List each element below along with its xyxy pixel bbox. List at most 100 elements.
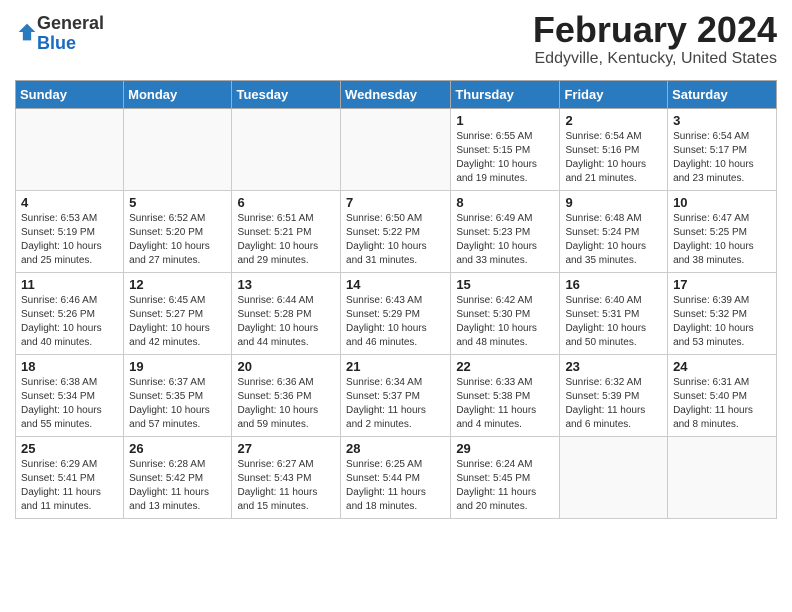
calendar-day-cell: 10Sunrise: 6:47 AMSunset: 5:25 PMDayligh… (668, 190, 777, 272)
day-info: Sunrise: 6:55 AMSunset: 5:15 PMDaylight:… (456, 130, 554, 186)
calendar-day-cell: 4 Sunrise: 6:53 AMSunset: 5:19 PMDaylight… (16, 190, 124, 272)
location-subtitle: Eddyville, Kentucky, United States (15, 50, 777, 68)
day-number: 6 (237, 195, 335, 210)
calendar-day-cell: 25 Sunrise: 6:29 AMSunset: 5:41 PMDayligh… (16, 436, 124, 518)
day-of-week-header: Friday (560, 80, 668, 108)
day-number: 8 (456, 195, 554, 210)
calendar-week-row: 1 Sunrise: 6:55 AMSunset: 5:15 PMDaylight… (16, 108, 777, 190)
calendar-day-cell: 13 Sunrise: 6:44 AMSunset: 5:28 PMDayligh… (232, 272, 341, 354)
day-number: 25 (21, 441, 118, 456)
day-info: Sunrise: 6:46 AMSunset: 5:26 PMDaylight:… (21, 294, 118, 350)
calendar-day-cell: 17Sunrise: 6:39 AMSunset: 5:32 PMDayligh… (668, 272, 777, 354)
day-number: 23 (565, 359, 662, 374)
day-info: Sunrise: 6:31 AMSunset: 5:40 PMDaylight:… (673, 376, 771, 432)
day-info: Sunrise: 6:52 AMSunset: 5:20 PMDaylight:… (129, 212, 226, 268)
day-info: Sunrise: 6:32 AMSunset: 5:39 PMDaylight:… (565, 376, 662, 432)
logo-icon (17, 22, 37, 42)
calendar-day-cell: 19Sunrise: 6:37 AMSunset: 5:35 PMDayligh… (124, 354, 232, 436)
calendar-day-cell: 28 Sunrise: 6:25 AMSunset: 5:44 PMDayligh… (341, 436, 451, 518)
day-info: Sunrise: 6:36 AMSunset: 5:36 PMDaylight:… (237, 376, 335, 432)
calendar-day-cell: 12 Sunrise: 6:45 AMSunset: 5:27 PMDayligh… (124, 272, 232, 354)
day-number: 27 (237, 441, 335, 456)
calendar-day-cell: 1 Sunrise: 6:55 AMSunset: 5:15 PMDaylight… (451, 108, 560, 190)
day-number: 4 (21, 195, 118, 210)
calendar-header-row: SundayMondayTuesdayWednesdayThursdayFrid… (16, 80, 777, 108)
day-of-week-header: Thursday (451, 80, 560, 108)
day-info: Sunrise: 6:34 AMSunset: 5:37 PMDaylight:… (346, 376, 445, 432)
logo-general-text: General (37, 14, 104, 34)
logo: General Blue (15, 14, 104, 54)
calendar-day-cell: 6Sunrise: 6:51 AMSunset: 5:21 PMDaylight… (232, 190, 341, 272)
calendar-week-row: 25 Sunrise: 6:29 AMSunset: 5:41 PMDayligh… (16, 436, 777, 518)
calendar-day-cell: 5Sunrise: 6:52 AMSunset: 5:20 PMDaylight… (124, 190, 232, 272)
calendar-day-cell (560, 436, 668, 518)
day-info: Sunrise: 6:43 AMSunset: 5:29 PMDaylight:… (346, 294, 445, 350)
calendar-day-cell: 18 Sunrise: 6:38 AMSunset: 5:34 PMDayligh… (16, 354, 124, 436)
calendar-day-cell: 29Sunrise: 6:24 AMSunset: 5:45 PMDayligh… (451, 436, 560, 518)
day-info: Sunrise: 6:44 AMSunset: 5:28 PMDaylight:… (237, 294, 335, 350)
calendar-day-cell (124, 108, 232, 190)
calendar-day-cell: 20 Sunrise: 6:36 AMSunset: 5:36 PMDayligh… (232, 354, 341, 436)
day-info: Sunrise: 6:54 AMSunset: 5:16 PMDaylight:… (565, 130, 662, 186)
day-of-week-header: Wednesday (341, 80, 451, 108)
calendar-day-cell: 26 Sunrise: 6:28 AMSunset: 5:42 PMDayligh… (124, 436, 232, 518)
day-number: 21 (346, 359, 445, 374)
day-info: Sunrise: 6:29 AMSunset: 5:41 PMDaylight:… (21, 458, 118, 514)
day-number: 12 (129, 277, 226, 292)
day-info: Sunrise: 6:48 AMSunset: 5:24 PMDaylight:… (565, 212, 662, 268)
calendar-day-cell (232, 108, 341, 190)
calendar-day-cell (341, 108, 451, 190)
calendar-table: SundayMondayTuesdayWednesdayThursdayFrid… (15, 80, 777, 519)
calendar-day-cell: 14 Sunrise: 6:43 AMSunset: 5:29 PMDayligh… (341, 272, 451, 354)
calendar-day-cell: 16 Sunrise: 6:40 AMSunset: 5:31 PMDayligh… (560, 272, 668, 354)
calendar-day-cell: 3 Sunrise: 6:54 AMSunset: 5:17 PMDaylight… (668, 108, 777, 190)
day-number: 1 (456, 113, 554, 128)
day-info: Sunrise: 6:45 AMSunset: 5:27 PMDaylight:… (129, 294, 226, 350)
day-info: Sunrise: 6:53 AMSunset: 5:19 PMDaylight:… (21, 212, 118, 268)
day-info: Sunrise: 6:33 AMSunset: 5:38 PMDaylight:… (456, 376, 554, 432)
calendar-day-cell: 21 Sunrise: 6:34 AMSunset: 5:37 PMDayligh… (341, 354, 451, 436)
day-info: Sunrise: 6:49 AMSunset: 5:23 PMDaylight:… (456, 212, 554, 268)
day-number: 28 (346, 441, 445, 456)
title-section: February 2024 Eddyville, Kentucky, Unite… (15, 10, 777, 68)
day-info: Sunrise: 6:40 AMSunset: 5:31 PMDaylight:… (565, 294, 662, 350)
day-number: 11 (21, 277, 118, 292)
calendar-week-row: 18 Sunrise: 6:38 AMSunset: 5:34 PMDayligh… (16, 354, 777, 436)
day-number: 14 (346, 277, 445, 292)
day-number: 16 (565, 277, 662, 292)
month-year-title: February 2024 (15, 10, 777, 50)
calendar-day-cell: 9 Sunrise: 6:48 AMSunset: 5:24 PMDaylight… (560, 190, 668, 272)
day-number: 2 (565, 113, 662, 128)
day-number: 15 (456, 277, 554, 292)
day-number: 26 (129, 441, 226, 456)
day-info: Sunrise: 6:50 AMSunset: 5:22 PMDaylight:… (346, 212, 445, 268)
day-info: Sunrise: 6:28 AMSunset: 5:42 PMDaylight:… (129, 458, 226, 514)
calendar-day-cell (16, 108, 124, 190)
calendar-day-cell: 2 Sunrise: 6:54 AMSunset: 5:16 PMDaylight… (560, 108, 668, 190)
calendar-day-cell: 24 Sunrise: 6:31 AMSunset: 5:40 PMDayligh… (668, 354, 777, 436)
day-number: 29 (456, 441, 554, 456)
day-of-week-header: Sunday (16, 80, 124, 108)
calendar-week-row: 4 Sunrise: 6:53 AMSunset: 5:19 PMDaylight… (16, 190, 777, 272)
day-info: Sunrise: 6:54 AMSunset: 5:17 PMDaylight:… (673, 130, 771, 186)
day-number: 18 (21, 359, 118, 374)
day-info: Sunrise: 6:25 AMSunset: 5:44 PMDaylight:… (346, 458, 445, 514)
day-of-week-header: Saturday (668, 80, 777, 108)
logo-blue-text: Blue (37, 34, 104, 54)
calendar-day-cell (668, 436, 777, 518)
day-info: Sunrise: 6:38 AMSunset: 5:34 PMDaylight:… (21, 376, 118, 432)
day-number: 9 (565, 195, 662, 210)
day-number: 10 (673, 195, 771, 210)
calendar-week-row: 11 Sunrise: 6:46 AMSunset: 5:26 PMDayligh… (16, 272, 777, 354)
calendar-day-cell: 11 Sunrise: 6:46 AMSunset: 5:26 PMDayligh… (16, 272, 124, 354)
calendar-day-cell: 15 Sunrise: 6:42 AMSunset: 5:30 PMDayligh… (451, 272, 560, 354)
day-info: Sunrise: 6:42 AMSunset: 5:30 PMDaylight:… (456, 294, 554, 350)
calendar-day-cell: 7Sunrise: 6:50 AMSunset: 5:22 PMDaylight… (341, 190, 451, 272)
day-number: 24 (673, 359, 771, 374)
day-number: 20 (237, 359, 335, 374)
day-number: 17 (673, 277, 771, 292)
day-number: 3 (673, 113, 771, 128)
day-number: 13 (237, 277, 335, 292)
day-number: 19 (129, 359, 226, 374)
day-info: Sunrise: 6:27 AMSunset: 5:43 PMDaylight:… (237, 458, 335, 514)
